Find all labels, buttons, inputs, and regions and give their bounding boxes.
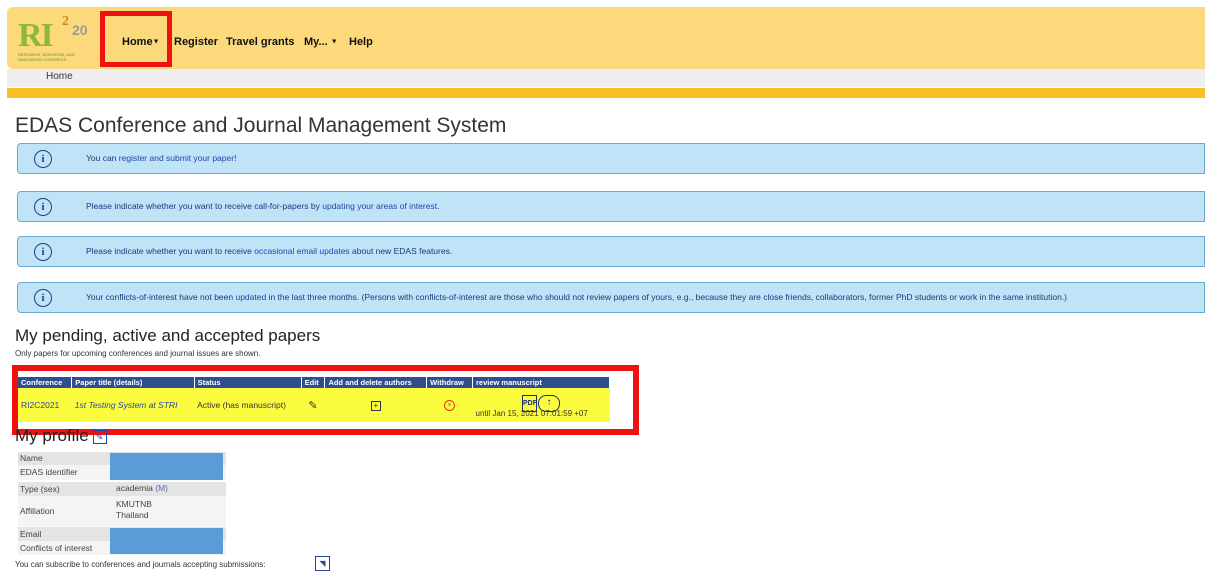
info-message-conflicts: i Your conflicts-of-interest have not be…	[17, 282, 1205, 313]
info-icon: i	[34, 198, 52, 216]
nav-register[interactable]: Register	[174, 36, 218, 48]
chevron-down-icon: ▼	[330, 38, 338, 46]
email-updates-link[interactable]: occasional email updates	[254, 246, 349, 256]
info-icon: i	[34, 150, 52, 168]
page-title: EDAS Conference and Journal Management S…	[15, 114, 507, 137]
info-message-register: i You can register and submit your paper…	[17, 143, 1205, 174]
info-icon: i	[34, 243, 52, 261]
annotation-highlight-papers	[12, 365, 639, 435]
info-icon: i	[34, 289, 52, 307]
nav-travel-grants[interactable]: Travel grants	[226, 36, 294, 48]
header-divider	[7, 88, 1205, 98]
profile-row-type: Type (sex) academia (M)	[18, 482, 226, 496]
redacted-name-block	[110, 453, 223, 480]
annotation-highlight-home	[100, 11, 172, 67]
profile-row-affiliation: Affiliation KMUTNB Thailand	[18, 496, 226, 526]
redacted-email-block	[110, 528, 223, 554]
nav-my-menu[interactable]: My... ▼	[304, 36, 338, 48]
subscribe-text: You can subscribe to conferences and jou…	[15, 560, 266, 569]
update-areas-link[interactable]: updating your areas of interest	[322, 201, 437, 211]
info-message-email-updates: i Please indicate whether you want to re…	[17, 236, 1205, 267]
breadcrumb-bar	[7, 69, 1205, 87]
papers-note: Only papers for upcoming conferences and…	[15, 349, 261, 358]
info-message-call-for-papers: i Please indicate whether you want to re…	[17, 191, 1205, 222]
conflicts-updated-link[interactable]: updated	[235, 292, 266, 302]
nav-help[interactable]: Help	[349, 36, 373, 48]
register-submit-link[interactable]: register and submit your paper	[119, 153, 234, 163]
papers-heading: My pending, active and accepted papers	[15, 326, 321, 345]
edit-profile-icon[interactable]: ✎	[92, 429, 107, 444]
breadcrumb[interactable]: Home	[46, 71, 73, 82]
conference-logo[interactable]: RI 2 20 RESEARCH, INVENTION, AND INNOVAT…	[18, 14, 98, 62]
profile-heading: My profile ✎	[15, 426, 107, 446]
rss-feed-icon[interactable]: ◥	[315, 556, 330, 571]
